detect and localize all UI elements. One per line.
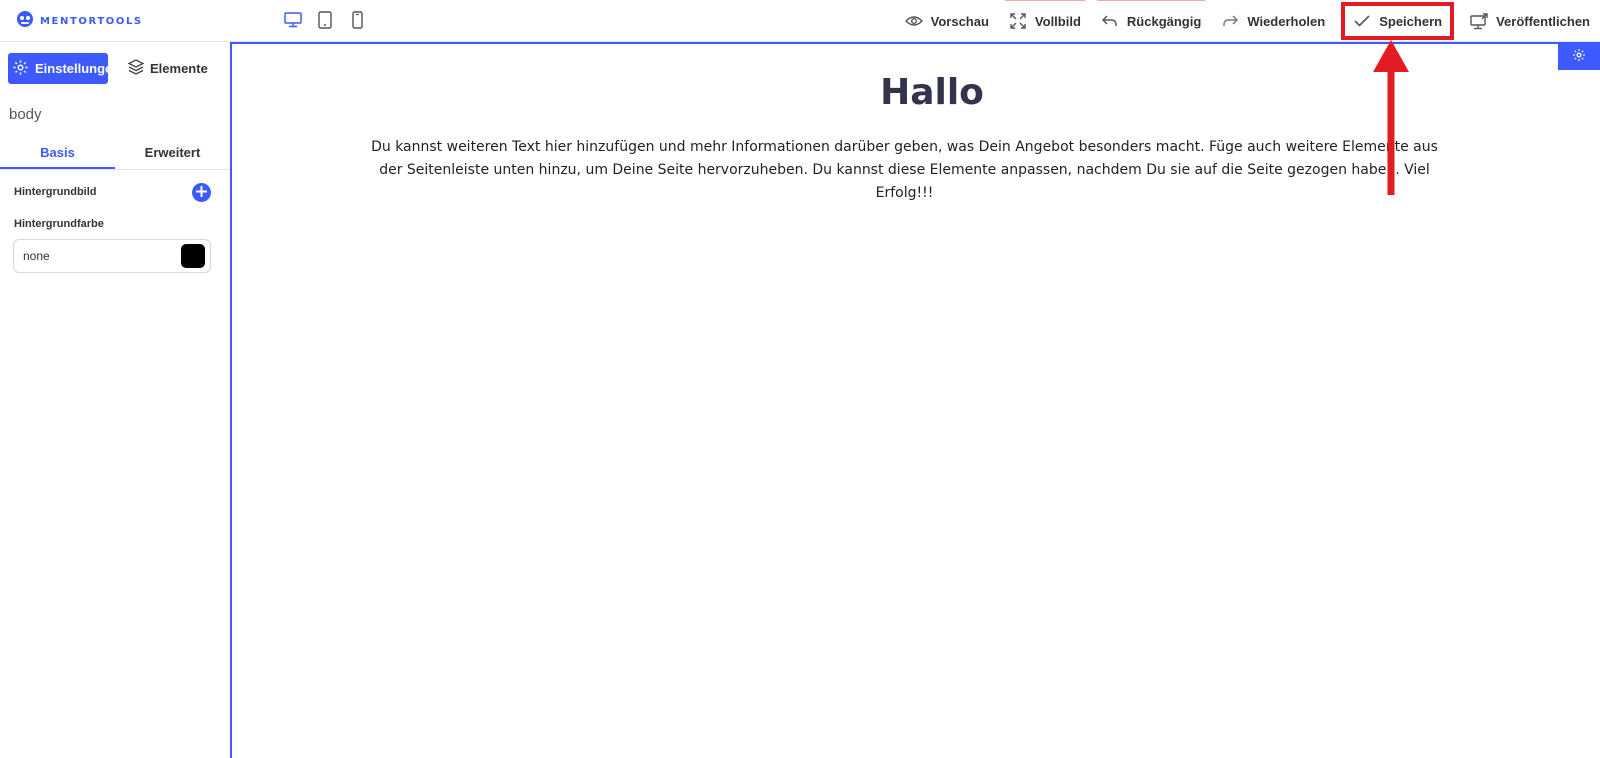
tab-elements[interactable]: Elemente [120,53,216,84]
background-color-value: none [23,249,50,263]
check-icon [1353,12,1371,30]
mobile-icon[interactable] [347,10,367,30]
fullscreen-button[interactable]: Vollbild [999,0,1091,42]
annotation-arrow-icon [1373,40,1409,195]
publish-label: Veröffentlichen [1496,13,1590,29]
gear-icon [1572,48,1586,67]
add-background-image-button[interactable] [192,183,211,202]
desktop-icon[interactable] [283,10,303,30]
selected-element-name: body [9,106,42,123]
device-switcher [283,10,367,30]
logo[interactable]: MENTORTOOLS [16,10,143,33]
preview-button[interactable]: Vorschau [895,0,999,42]
fullscreen-label: Vollbild [1034,13,1081,29]
settings-sidebar: Einstellungen Elemente body Basis Erweit… [0,42,232,758]
toolbar: Vorschau Vollbild Rückgängig Wiederholen… [895,0,1600,42]
tab-elements-label: Elemente [150,61,208,76]
gear-icon [12,59,29,79]
redo-button[interactable]: Wiederholen [1211,0,1335,42]
eye-icon [904,12,923,30]
logo-icon [16,10,34,33]
preview-label: Vorschau [930,13,989,29]
logo-text: MENTORTOOLS [40,16,143,27]
color-swatch[interactable] [181,244,205,268]
expand-icon [1009,12,1027,30]
tablet-icon[interactable] [315,10,335,30]
tab-settings[interactable]: Einstellungen [8,53,120,84]
layers-icon [127,59,145,78]
background-color-label: Hintergrundfarbe [14,218,104,230]
sidebar-subtabs: Basis Erweitert [0,142,230,170]
subtab-basis[interactable]: Basis [0,142,115,169]
tab-settings-label: Einstellungen [35,61,121,76]
save-button[interactable]: Speichern [1339,0,1456,42]
sidebar-tabs: Einstellungen Elemente [8,53,216,84]
redo-icon [1221,12,1239,30]
undo-label: Rückgängig [1126,13,1202,29]
redo-label: Wiederholen [1247,13,1326,29]
subtab-erweitert[interactable]: Erweitert [115,142,230,169]
undo-button[interactable]: Rückgängig [1091,0,1211,42]
plus-icon [196,184,207,202]
undo-icon [1101,12,1119,30]
background-color-input[interactable]: none [13,239,211,273]
monitor-upload-icon [1470,12,1488,30]
background-image-label: Hintergrundbild [14,186,97,198]
page-body-text[interactable]: Du kannst weiteren Text hier hinzufügen … [367,136,1442,205]
canvas-settings-button[interactable] [1558,44,1600,70]
publish-button[interactable]: Veröffentlichen [1460,0,1600,42]
top-bar: MENTORTOOLS Vorschau Vollbild Rückgängig… [0,0,1600,42]
save-label: Speichern [1379,13,1443,29]
